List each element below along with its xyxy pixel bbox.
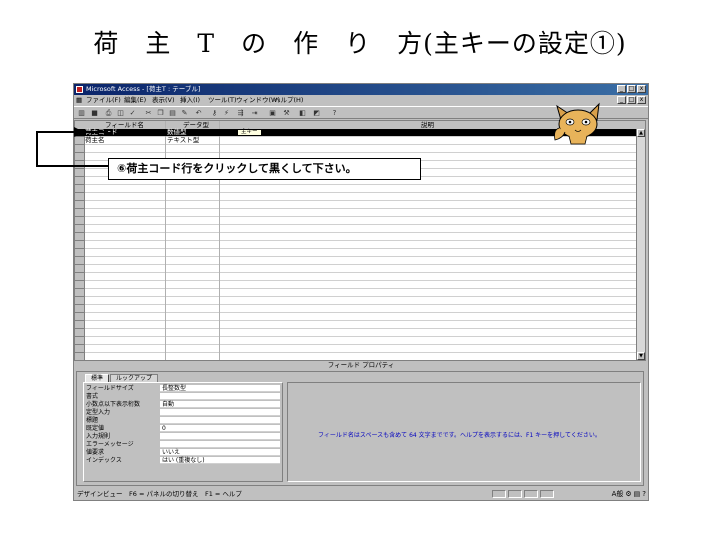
field-properties-pane: 標準 ルックアップ フィールドサイズ 長整数型 書式 小数点以下表示桁数 自動 定型… [76,371,644,486]
properties-icon[interactable]: ▣ [268,109,277,117]
minimize-button[interactable]: _ [617,85,626,93]
instruction-callout: ⑥荷主コード行をクリックして黒くして下さい。 [108,158,421,180]
preview-icon[interactable]: ◫ [116,109,125,117]
maximize-button[interactable]: □ [627,85,636,93]
property-row[interactable]: 小数点以下表示桁数 自動 [86,401,282,409]
primary-key-tooltip: 主キー [237,129,262,136]
property-row[interactable]: 入力規則 [86,433,282,441]
help-icon[interactable]: ? [330,109,339,117]
field-properties-title: フィールド プロパティ [327,361,395,369]
access-app-icon [76,86,83,93]
menu-tools[interactable]: ツール(T) [208,95,237,106]
callout-connector [36,131,108,167]
insert-rows-icon[interactable]: ⇶ [236,109,245,117]
doc-restore-button[interactable]: □ [627,96,636,104]
scroll-up-icon[interactable]: ▲ [637,129,645,137]
view-icon[interactable]: ▥ [77,109,86,117]
vertical-scrollbar[interactable]: ▲ ▼ [636,129,645,360]
ime-toolbar: A般 ⚙ ▤ ? [612,489,646,499]
scroll-down-icon[interactable]: ▼ [637,352,645,360]
ime-help-icon[interactable]: ? [642,489,646,499]
property-row[interactable]: 定型入力 [86,409,282,417]
table-menu-icon[interactable]: ▦ [76,95,82,106]
format-painter-icon[interactable]: ✎ [180,109,189,117]
menu-file[interactable]: ファイル(F) [86,95,121,106]
ime-dictionary-icon[interactable]: ▤ [634,489,641,499]
data-type-cell[interactable]: テキスト型 [167,137,199,144]
indexes-icon[interactable]: ⚡ [222,109,231,117]
help-panel: フィールド名はスペースも含めて 64 文字までです。ヘルプを表示するには、F1 … [287,382,641,482]
doc-minimize-button[interactable]: _ [617,96,626,104]
paste-icon[interactable]: ▤ [168,109,177,117]
cut-icon[interactable]: ✂ [144,109,153,117]
property-list: フィールドサイズ 長整数型 書式 小数点以下表示桁数 自動 定型入力 標題 既定値 0… [83,382,283,482]
property-row[interactable]: 標題 [86,417,282,425]
menu-insert[interactable]: 挿入(I) [180,95,200,106]
delete-rows-icon[interactable]: ⇥ [250,109,259,117]
property-row[interactable]: 書式 [86,393,282,401]
slide-title: 荷 主 T の 作 り 方(主キーの設定①) [93,29,627,58]
property-row[interactable]: 既定値 0 [86,425,282,433]
undo-icon[interactable]: ↶ [194,109,203,117]
save-icon[interactable]: ■ [90,109,99,117]
ime-tool-icon[interactable]: ⚙ [625,489,631,499]
status-text: デザインビュー F6 = パネルの切り替え F1 = ヘルプ [77,490,242,498]
property-row[interactable]: エラーメッセージ [86,441,282,449]
primary-key-icon[interactable]: ⚷ [210,109,219,117]
new-object-icon[interactable]: ◩ [312,109,321,117]
office-assistant-cat-icon[interactable] [553,100,603,146]
menu-edit[interactable]: 編集(E) [124,95,146,106]
callout-arrow-icon [74,127,84,137]
menu-view[interactable]: 表示(V) [152,95,175,106]
menu-help[interactable]: ヘルプ(H) [274,95,303,106]
doc-close-button[interactable]: x [637,96,646,104]
ime-mode[interactable]: A般 [612,489,624,499]
close-button[interactable]: x [637,85,646,93]
property-row[interactable]: インデックス はい (重複なし) [86,457,282,465]
copy-icon[interactable]: ❐ [156,109,165,117]
build-icon[interactable]: ⚒ [282,109,291,117]
table-design-grid: フィールド名 データ型 説明 ⚷ 荷主コード 数値型 主キー 荷主名 テキスト型… [74,120,646,361]
data-type-cell[interactable]: 数値型 [167,129,187,136]
header-description: 説明 [421,121,434,129]
database-window-icon[interactable]: ◧ [298,109,307,117]
property-row[interactable]: 値要求 いいえ [86,449,282,457]
spell-icon[interactable]: ✓ [128,109,137,117]
status-bar: デザインビュー F6 = パネルの切り替え F1 = ヘルプ A般 ⚙ ▤ ? [74,488,648,500]
title-bar: Microsoft Access - [荷主T : テーブル] _ □ x [74,84,648,95]
help-text: フィールド名はスペースも含めて 64 文字までです。ヘルプを表示するには、F1 … [318,432,601,439]
property-row[interactable]: フィールドサイズ 長整数型 [86,385,282,393]
print-icon[interactable]: ⎙ [104,109,113,117]
window-title: Microsoft Access - [荷主T : テーブル] [86,85,201,93]
